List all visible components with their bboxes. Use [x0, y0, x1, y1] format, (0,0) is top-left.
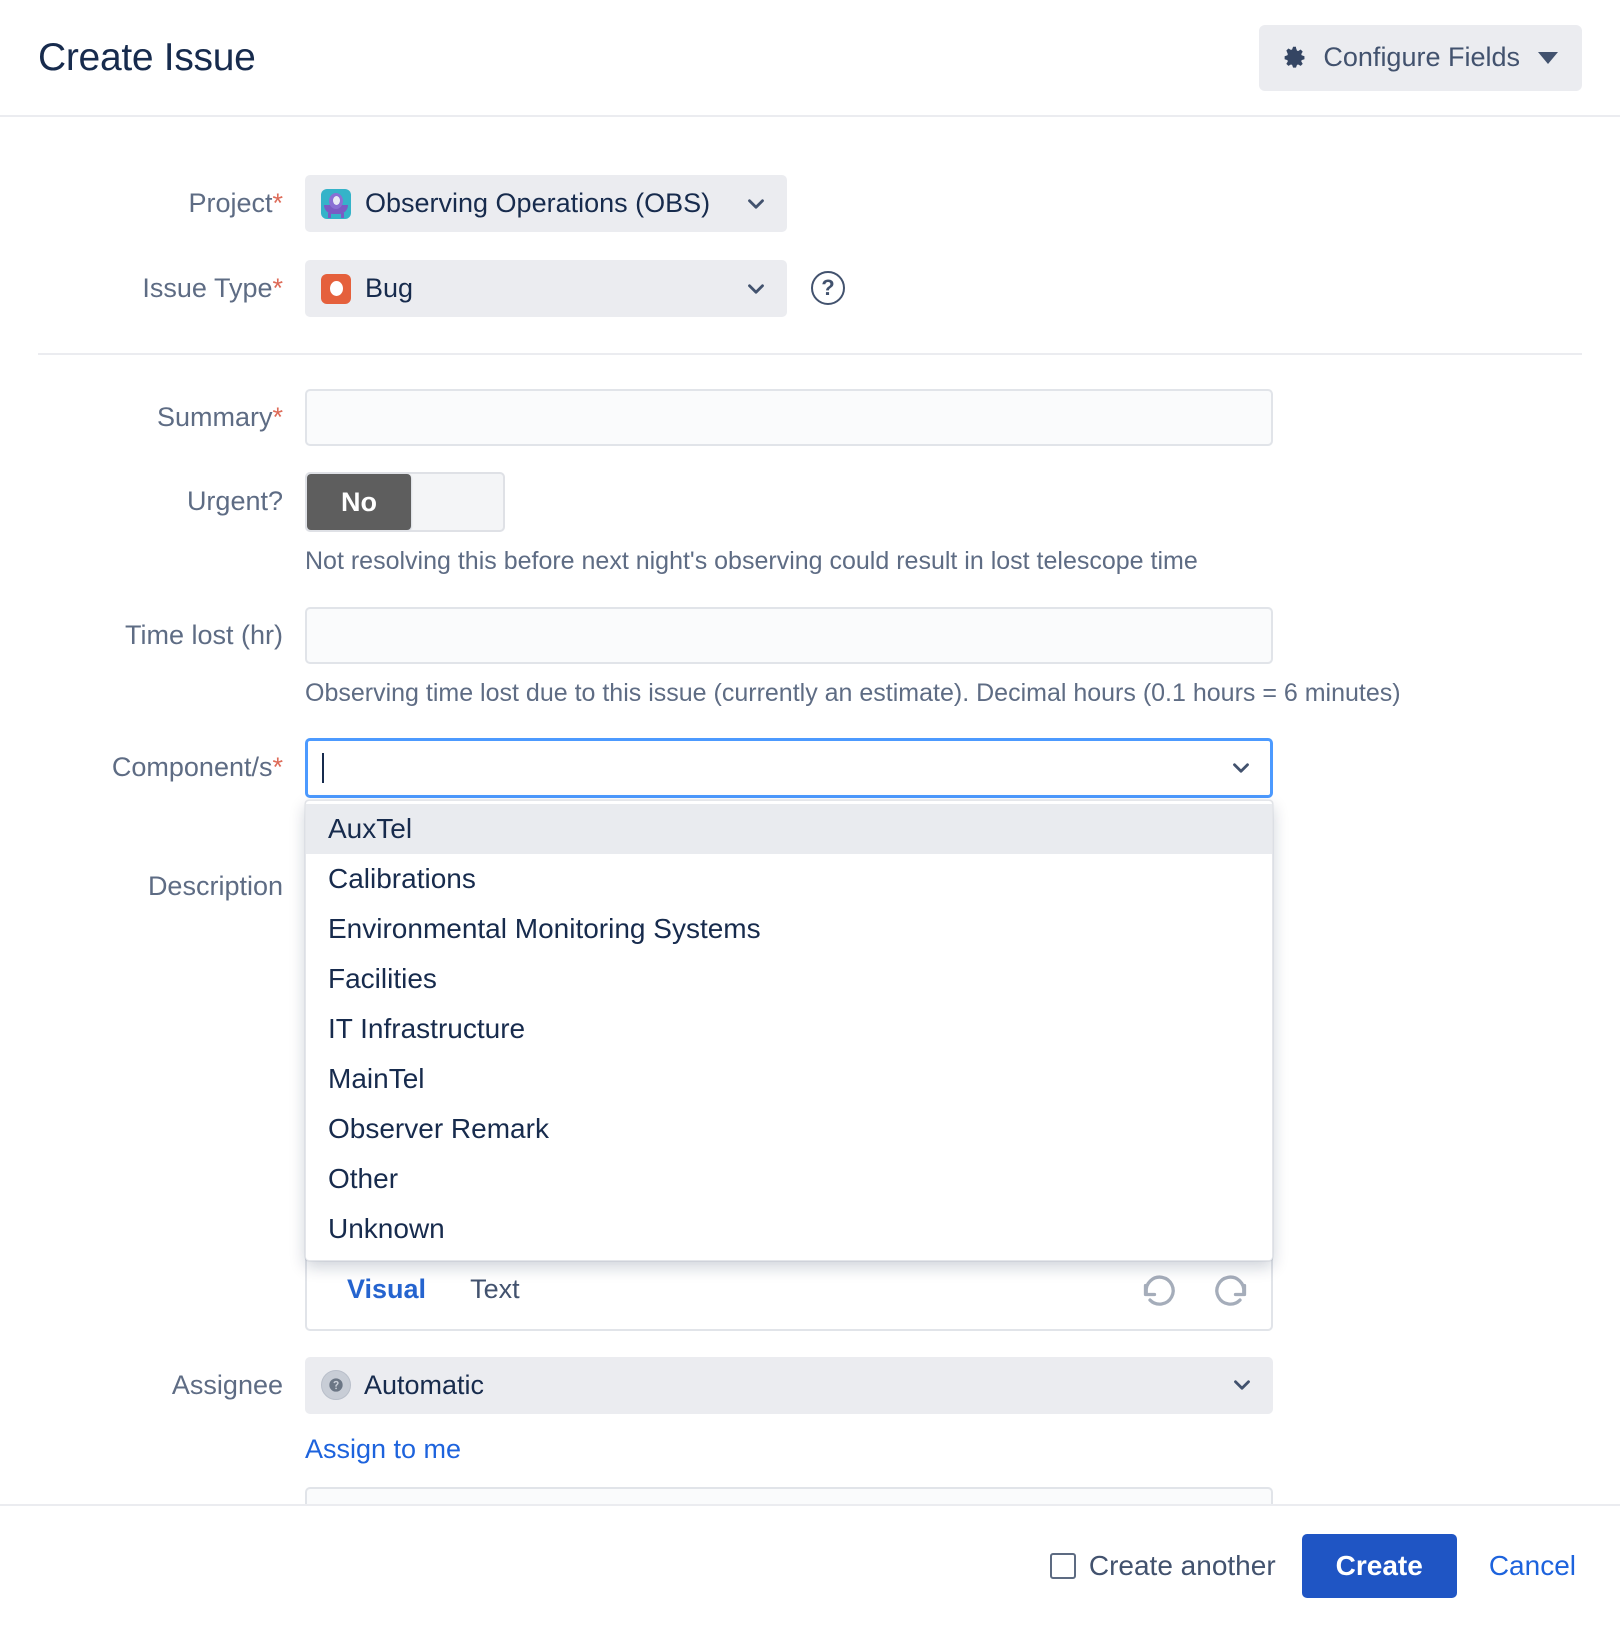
time-lost-label: Time lost (hr): [0, 607, 305, 651]
project-value: Observing Operations (OBS): [365, 188, 710, 219]
urgent-control: No Not resolving this before next night'…: [305, 472, 1620, 577]
description-mode-tabs: Visual Text: [307, 1249, 1271, 1329]
list-item[interactable]: AuxTel: [306, 804, 1272, 854]
list-item[interactable]: Observer Remark: [306, 1104, 1272, 1154]
time-lost-hint: Observing time lost due to this issue (c…: [305, 678, 1620, 709]
components-dropdown-list[interactable]: AuxTel Calibrations Environmental Monito…: [305, 800, 1273, 1261]
list-item[interactable]: Calibrations: [306, 854, 1272, 904]
field-row-urgent: Urgent? No Not resolving this before nex…: [0, 472, 1620, 577]
assign-to-me-link[interactable]: Assign to me: [305, 1434, 461, 1464]
issue-type-value: Bug: [365, 273, 413, 304]
issue-type-select[interactable]: Bug: [305, 260, 787, 317]
project-control: Observing Operations (OBS): [305, 175, 1620, 232]
project-select[interactable]: Observing Operations (OBS): [305, 175, 787, 232]
tab-visual[interactable]: Visual: [345, 1268, 428, 1311]
bug-icon: [321, 274, 351, 304]
list-item[interactable]: Facilities: [306, 954, 1272, 1004]
urgent-toggle[interactable]: No: [305, 472, 505, 532]
required-marker: *: [272, 402, 283, 432]
section-divider: [38, 353, 1582, 355]
time-lost-control: Observing time lost due to this issue (c…: [305, 607, 1620, 709]
list-item[interactable]: Environmental Monitoring Systems: [306, 904, 1272, 954]
dialog-body: Project* Observing Operations (OBS) Issu…: [0, 117, 1620, 1523]
field-row-issue-type: Issue Type* Bug ?: [0, 260, 1620, 317]
assignee-control: Automatic Assign to me: [305, 1357, 1620, 1465]
tab-text[interactable]: Text: [468, 1268, 522, 1311]
create-another-checkbox[interactable]: Create another: [1050, 1550, 1276, 1582]
required-marker: *: [272, 188, 283, 218]
list-item[interactable]: MainTel: [306, 1054, 1272, 1104]
list-item[interactable]: IT Infrastructure: [306, 1004, 1272, 1054]
required-marker: *: [272, 752, 283, 782]
components-label: Component/s*: [0, 738, 305, 783]
text-cursor: [322, 753, 324, 783]
create-another-label: Create another: [1089, 1550, 1276, 1582]
summary-control: [305, 389, 1620, 446]
cancel-button[interactable]: Cancel: [1483, 1549, 1582, 1583]
configure-fields-button[interactable]: Configure Fields: [1259, 25, 1582, 91]
assignee-label: Assignee: [0, 1357, 305, 1401]
issue-type-control: Bug ?: [305, 260, 1620, 317]
list-item[interactable]: Other: [306, 1154, 1272, 1204]
avatar-unassigned-icon: [321, 1370, 351, 1400]
field-row-components: Component/s* AuxTel Calibrations Environ…: [0, 738, 1620, 798]
chevron-down-icon: [1538, 52, 1558, 64]
components-control: AuxTel Calibrations Environmental Monito…: [305, 738, 1620, 798]
create-button[interactable]: Create: [1302, 1534, 1457, 1598]
field-row-summary: Summary*: [0, 389, 1620, 446]
assignee-value: Automatic: [364, 1370, 484, 1401]
assignee-select[interactable]: Automatic: [305, 1357, 1273, 1414]
list-item[interactable]: Unknown: [306, 1204, 1272, 1254]
dialog-header: Create Issue Configure Fields: [0, 0, 1620, 117]
urgent-hint: Not resolving this before next night's o…: [305, 546, 1620, 577]
field-row-project: Project* Observing Operations (OBS): [0, 175, 1620, 232]
description-history-actions: [1141, 1272, 1249, 1308]
undo-icon[interactable]: [1141, 1272, 1177, 1308]
issue-type-label: Issue Type*: [0, 260, 305, 304]
chevron-down-icon: [1229, 1372, 1255, 1398]
chevron-down-icon: [743, 276, 769, 302]
description-label: Description: [0, 846, 305, 902]
chevron-down-icon: [743, 191, 769, 217]
field-row-time-lost: Time lost (hr) Observing time lost due t…: [0, 607, 1620, 709]
urgent-label: Urgent?: [0, 472, 305, 517]
redo-icon[interactable]: [1213, 1272, 1249, 1308]
checkbox-box[interactable]: [1050, 1553, 1076, 1579]
required-marker: *: [272, 273, 283, 303]
summary-input[interactable]: [305, 389, 1273, 446]
project-label: Project*: [0, 175, 305, 219]
urgent-toggle-value: No: [307, 474, 411, 530]
question-circle-icon[interactable]: ?: [811, 271, 845, 305]
field-row-assignee: Assignee Automatic Assign to me: [0, 1357, 1620, 1465]
gear-icon: [1283, 45, 1309, 71]
dialog-footer: Create another Create Cancel: [0, 1504, 1620, 1626]
summary-label: Summary*: [0, 389, 305, 433]
time-lost-input[interactable]: [305, 607, 1273, 664]
page-title: Create Issue: [38, 36, 256, 80]
components-combobox[interactable]: [305, 738, 1273, 798]
project-avatar-telescope-icon: [321, 189, 351, 219]
chevron-down-icon: [1228, 755, 1254, 781]
configure-fields-label: Configure Fields: [1323, 42, 1520, 73]
